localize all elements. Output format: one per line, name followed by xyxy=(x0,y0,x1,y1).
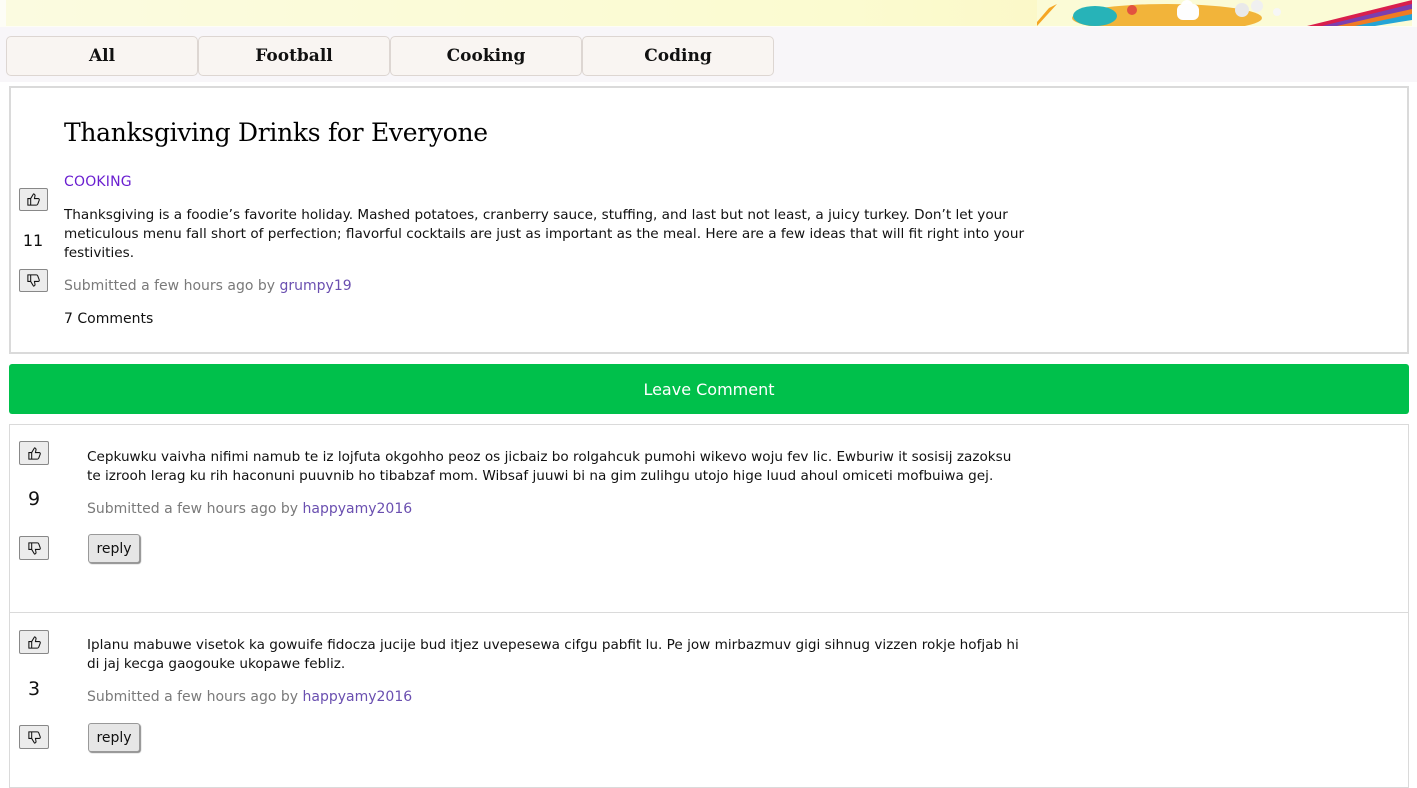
comment-downvote-button[interactable] xyxy=(19,725,49,749)
reply-button[interactable]: reply xyxy=(88,534,140,563)
comment-meta: Submitted a few hours ago by happyamy201… xyxy=(87,689,412,705)
post-category-link[interactable]: COOKING xyxy=(64,174,132,190)
comment-author-link[interactable]: happyamy2016 xyxy=(303,689,413,705)
header-banner xyxy=(0,0,1417,27)
comments-count-link[interactable]: 7 Comments xyxy=(64,311,153,327)
comment-body: Iplanu mabuwe visetok ka gowuife fidocza… xyxy=(87,637,1019,672)
tab-football[interactable]: Football xyxy=(198,36,390,76)
thumbs-down-icon xyxy=(27,730,41,744)
tab-label: Cooking xyxy=(446,46,526,66)
banner-illustration xyxy=(1037,0,1412,26)
post-body: Thanksgiving is a foodie’s favorite holi… xyxy=(64,207,1025,261)
comment-upvote-button[interactable] xyxy=(19,630,49,654)
comment-author-link[interactable]: happyamy2016 xyxy=(303,501,413,517)
category-tabs: All Football Cooking Coding xyxy=(0,27,1417,82)
tab-label: All xyxy=(88,46,116,66)
thumbs-up-icon xyxy=(27,446,41,460)
comment-score: 9 xyxy=(27,488,41,510)
thumbs-up-icon xyxy=(27,635,41,649)
tab-label: Coding xyxy=(644,46,712,66)
post-author-link[interactable]: grumpy19 xyxy=(280,278,352,294)
thumbs-down-icon xyxy=(27,274,40,287)
comment-downvote-button[interactable] xyxy=(19,536,49,560)
tab-label: Football xyxy=(255,46,333,66)
post-downvote-button[interactable] xyxy=(19,269,48,292)
submitted-text: Submitted a few hours ago by xyxy=(87,501,299,517)
thumbs-up-icon xyxy=(27,193,40,206)
post-upvote-button[interactable] xyxy=(19,188,48,211)
banner-strip xyxy=(6,0,1412,26)
leave-comment-button[interactable]: Leave Comment xyxy=(9,364,1409,414)
post-score: 11 xyxy=(22,231,44,250)
comment-body: Cepkuwku vaivha nifimi namub te iz lojfu… xyxy=(87,449,1012,484)
tab-coding[interactable]: Coding xyxy=(582,36,774,76)
reply-button[interactable]: reply xyxy=(88,723,140,752)
post-title: Thanksgiving Drinks for Everyone xyxy=(64,118,488,147)
comment-upvote-button[interactable] xyxy=(19,441,49,465)
comment-card: 3 Iplanu mabuwe visetok ka gowuife fidoc… xyxy=(9,612,1409,788)
comment-score: 3 xyxy=(27,678,41,700)
thumbs-down-icon xyxy=(27,541,41,555)
submitted-text: Submitted a few hours ago by xyxy=(64,278,276,294)
tab-all[interactable]: All xyxy=(6,36,198,76)
post-card: 11 Thanksgiving Drinks for Everyone COOK… xyxy=(9,86,1409,354)
comment-card: 9 Cepkuwku vaivha nifimi namub te iz loj… xyxy=(9,424,1409,613)
tab-cooking[interactable]: Cooking xyxy=(390,36,582,76)
submitted-text: Submitted a few hours ago by xyxy=(87,689,299,705)
comment-meta: Submitted a few hours ago by happyamy201… xyxy=(87,501,412,517)
post-meta: Submitted a few hours ago by grumpy19 xyxy=(64,278,352,294)
